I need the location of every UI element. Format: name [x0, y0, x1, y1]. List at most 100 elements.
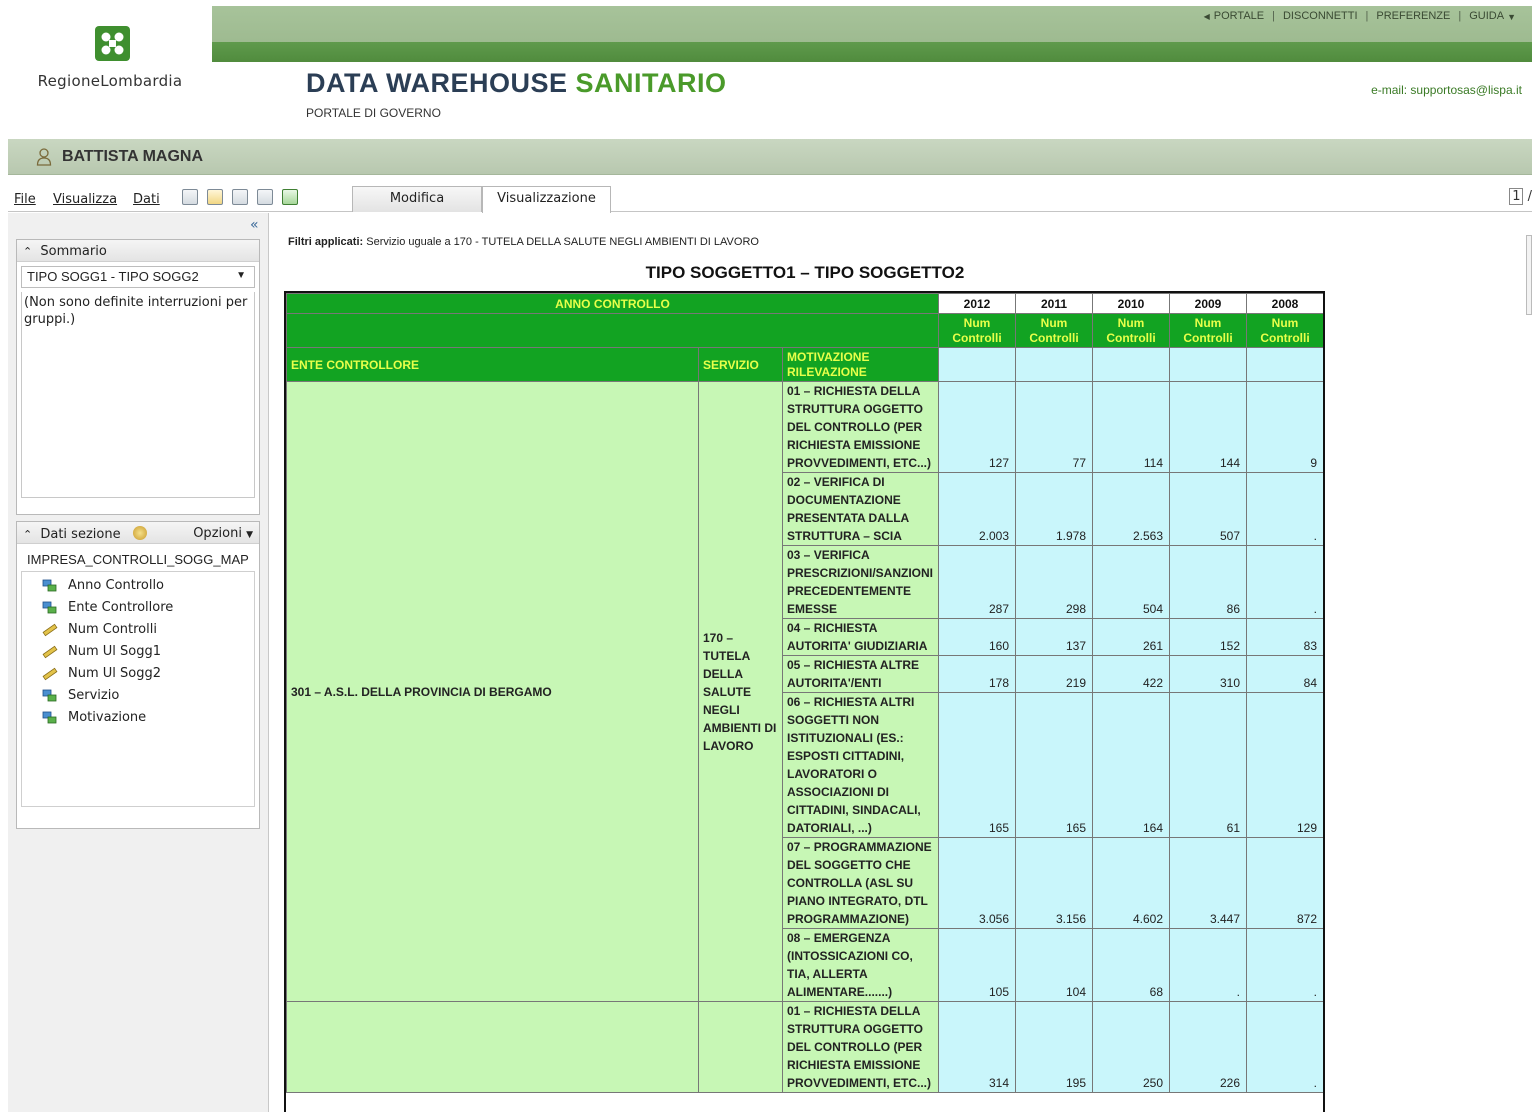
field-item[interactable]: Num Ul Sogg2: [42, 664, 254, 686]
value-cell[interactable]: 226: [1169, 1001, 1247, 1093]
motivazione-cell[interactable]: 04 – RICHIESTA AUTORITA' GIUDIZIARIA: [782, 618, 939, 656]
ente-cell[interactable]: 301 – A.S.L. DELLA PROVINCIA DI BERGAMO: [286, 381, 699, 1002]
opzioni-menu[interactable]: Opzioni ▼: [193, 526, 253, 541]
value-cell[interactable]: 219: [1015, 655, 1093, 693]
page-number-input[interactable]: 1: [1509, 188, 1524, 205]
guida-dropdown-icon[interactable]: ▼: [1507, 10, 1516, 24]
value-cell[interactable]: .: [1246, 928, 1323, 1002]
value-cell[interactable]: 144: [1169, 381, 1247, 473]
value-cell[interactable]: 2.003: [938, 472, 1016, 546]
app-title-main: DATA WAREHOUSE: [306, 68, 568, 98]
motivazione-cell[interactable]: 01 – RICHIESTA DELLA STRUTTURA OGGETTO D…: [782, 381, 939, 473]
measure-label-line2: Controlli: [1183, 330, 1233, 345]
value-cell[interactable]: 137: [1015, 618, 1093, 656]
link-guida[interactable]: GUIDA: [1469, 10, 1504, 24]
menu-visualizza[interactable]: Visualizza: [53, 192, 117, 207]
value-cell[interactable]: 310: [1169, 655, 1247, 693]
motivazione-cell[interactable]: 07 – PROGRAMMAZIONE DEL SOGGETTO CHE CON…: [782, 837, 939, 929]
value-cell[interactable]: 152: [1169, 618, 1247, 656]
value-cell[interactable]: 68: [1092, 928, 1170, 1002]
field-item[interactable]: Servizio: [42, 686, 254, 708]
value-cell[interactable]: 129: [1246, 692, 1323, 838]
dati-sezione-header[interactable]: ⌃ Dati sezione Opzioni ▼: [17, 522, 259, 544]
field-item[interactable]: Ente Controllore: [42, 598, 254, 620]
measure-icon: [42, 667, 58, 681]
save-icon[interactable]: [232, 189, 248, 205]
user-icon: [36, 148, 52, 166]
filters-text: Servizio uguale a 170 - TUTELA DELLA SAL…: [363, 236, 759, 248]
field-item[interactable]: Anno Controllo: [42, 576, 254, 598]
value-cell[interactable]: 872: [1246, 837, 1323, 929]
value-cell[interactable]: 195: [1015, 1001, 1093, 1093]
document-icon[interactable]: [182, 189, 198, 205]
value-cell[interactable]: 84: [1246, 655, 1323, 693]
motivazione-cell[interactable]: 08 – EMERGENZA (INTOSSICAZIONI CO, TIA, …: [782, 928, 939, 1002]
vertical-scrollbar[interactable]: [1526, 235, 1532, 315]
servizio-cell[interactable]: 170 – TUTELA DELLA SALUTE NEGLI AMBIENTI…: [698, 381, 783, 1002]
value-cell[interactable]: 165: [938, 692, 1016, 838]
field-item[interactable]: Num Ul Sogg1: [42, 642, 254, 664]
motivazione-cell[interactable]: 06 – RICHIESTA ALTRI SOGGETTI NON ISTITU…: [782, 692, 939, 838]
excel-export-icon[interactable]: [282, 189, 298, 205]
value-cell[interactable]: .: [1169, 928, 1247, 1002]
value-cell[interactable]: 1.978: [1015, 472, 1093, 546]
value-cell[interactable]: .: [1246, 1001, 1323, 1093]
value-cell[interactable]: 2.563: [1092, 472, 1170, 546]
field-item[interactable]: Motivazione: [42, 708, 254, 730]
link-disconnetti[interactable]: DISCONNETTI: [1283, 10, 1358, 24]
menu-dati[interactable]: Dati: [133, 192, 160, 207]
value-cell[interactable]: 160: [938, 618, 1016, 656]
value-cell[interactable]: 3.447: [1169, 837, 1247, 929]
value-cell[interactable]: 314: [938, 1001, 1016, 1093]
measure-label-line1: Num: [1271, 315, 1299, 330]
value-cell[interactable]: 3.056: [938, 837, 1016, 929]
anno-controllo-header: ANNO CONTROLLO: [286, 293, 939, 314]
chevron-up-icon[interactable]: ⌃: [23, 528, 32, 541]
print-icon[interactable]: [257, 189, 273, 205]
value-cell[interactable]: 114: [1092, 381, 1170, 473]
motivazione-cell[interactable]: 05 – RICHIESTA ALTRE AUTORITA'/ENTI: [782, 655, 939, 693]
motivazione-cell[interactable]: 03 – VERIFICA PRESCRIZIONI/SANZIONI PREC…: [782, 545, 939, 619]
value-cell[interactable]: 178: [938, 655, 1016, 693]
value-cell[interactable]: 4.602: [1092, 837, 1170, 929]
value-cell[interactable]: 9: [1246, 381, 1323, 473]
value-cell[interactable]: 507: [1169, 472, 1247, 546]
motivazione-cell[interactable]: 02 – VERIFICA DI DOCUMENTAZIONE PRESENTA…: [782, 472, 939, 546]
header-row: ENTE CONTROLLORE SERVIZIO MOTIVAZIONE RILE…: [286, 347, 1323, 382]
value-cell[interactable]: 298: [1015, 545, 1093, 619]
value-cell[interactable]: 105: [938, 928, 1016, 1002]
chevron-up-icon[interactable]: ⌃: [23, 245, 32, 258]
sommario-header[interactable]: ⌃ Sommario: [17, 240, 259, 262]
regione-lombardia-logo[interactable]: RegioneLombardia: [8, 6, 212, 98]
value-cell[interactable]: 83: [1246, 618, 1323, 656]
support-email[interactable]: e-mail: supportosas@lispa.it: [1371, 83, 1522, 97]
menu-file[interactable]: File: [14, 192, 36, 207]
value-cell[interactable]: 104: [1015, 928, 1093, 1002]
value-cell[interactable]: 164: [1092, 692, 1170, 838]
open-folder-icon[interactable]: [207, 189, 223, 205]
value-cell[interactable]: 287: [938, 545, 1016, 619]
value-cell[interactable]: 3.156: [1015, 837, 1093, 929]
field-item[interactable]: Num Controlli: [42, 620, 254, 642]
collapse-pane-button[interactable]: «: [250, 217, 259, 233]
link-preferenze[interactable]: PREFERENZE: [1376, 10, 1450, 24]
value-cell[interactable]: 77: [1015, 381, 1093, 473]
value-cell[interactable]: 127: [938, 381, 1016, 473]
value-cell[interactable]: .: [1246, 472, 1323, 546]
grouping-select[interactable]: TIPO SOGG1 - TIPO SOGG2 ▼: [21, 266, 255, 288]
value-cell[interactable]: 422: [1092, 655, 1170, 693]
tab-visualizzazione[interactable]: Visualizzazione: [482, 186, 611, 213]
value-cell[interactable]: 261: [1092, 618, 1170, 656]
value-cell[interactable]: 61: [1169, 692, 1247, 838]
value-cell[interactable]: .: [1246, 545, 1323, 619]
tab-modifica[interactable]: Modifica: [352, 186, 482, 212]
value-cell[interactable]: 86: [1169, 545, 1247, 619]
refresh-data-icon[interactable]: [132, 526, 147, 540]
top-links: ◀ PORTALE | DISCONNETTI | PREFERENZE | G…: [1204, 10, 1516, 24]
link-portale[interactable]: PORTALE: [1214, 10, 1264, 24]
value-cell[interactable]: 165: [1015, 692, 1093, 838]
measure-header: Num Controlli: [1015, 313, 1093, 348]
value-cell[interactable]: 504: [1092, 545, 1170, 619]
motivazione-cell[interactable]: 01 – RICHIESTA DELLA STRUTTURA OGGETTO D…: [782, 1001, 939, 1093]
value-cell[interactable]: 250: [1092, 1001, 1170, 1093]
